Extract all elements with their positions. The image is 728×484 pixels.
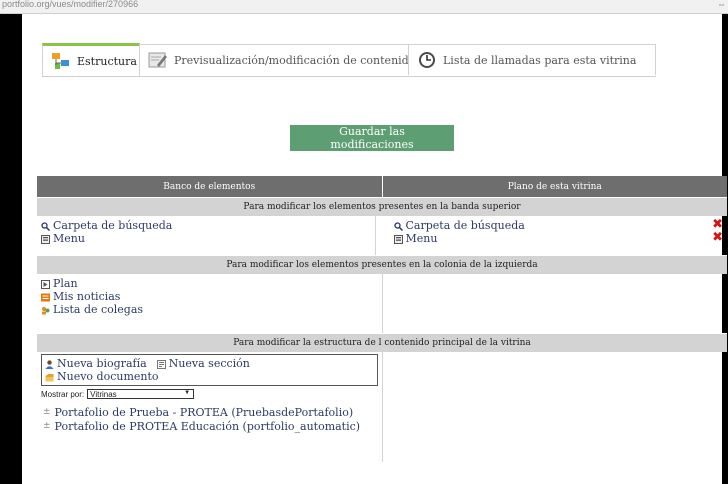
filter-row: Mostrar por: Vitrinas ▼ xyxy=(41,389,378,399)
portfolio-link[interactable]: ± Portafolio de Prueba - PROTEA (Pruebas… xyxy=(41,405,378,419)
section-top-band: Para modificar los elementos presentes e… xyxy=(37,197,727,216)
plan-item-search-folder[interactable]: Carpeta de búsqueda ✖ xyxy=(393,218,723,232)
filter-select[interactable]: Vitrinas ▼ xyxy=(87,389,195,399)
menu-icon xyxy=(393,234,403,244)
left-bank-cell: Plan Mis noticias Lista de colegas xyxy=(37,274,382,333)
address-bar[interactable]: portfolio.org/vues/modifier/270966 ⇔ xyxy=(0,0,728,14)
section-main-content: Para modificar la estructura de l conten… xyxy=(37,333,727,352)
bank-item-news[interactable]: Mis noticias xyxy=(41,290,378,303)
section-left-column: Para modificar los elementos presentes e… xyxy=(37,255,727,274)
structure-icon xyxy=(51,51,71,71)
tab-label: Previsualización/modificación de conteni… xyxy=(174,53,416,67)
expand-icon: ± xyxy=(43,407,51,417)
tab-preview[interactable]: Previsualización/modificación de conteni… xyxy=(139,44,415,75)
filter-label: Mostrar por: xyxy=(41,389,85,399)
news-icon xyxy=(41,292,50,301)
clock-icon xyxy=(417,50,437,70)
new-biography-link[interactable]: Nueva biografía xyxy=(57,357,147,370)
search-icon xyxy=(41,221,51,231)
main-bank-cell: Nueva biografía Nueva sección Nuevo docu… xyxy=(37,352,382,462)
header-showcase-plan: Plano de esta vitrina xyxy=(381,176,728,197)
top-plan-cell: Carpeta de búsqueda ✖ Menu ✖ xyxy=(374,216,728,255)
bank-item-search-folder[interactable]: Carpeta de búsqueda xyxy=(41,219,371,232)
chevron-down-icon: ▼ xyxy=(184,390,191,396)
new-document-link[interactable]: Nuevo documento xyxy=(57,370,159,383)
bank-item-plan[interactable]: Plan xyxy=(41,277,378,290)
header-element-bank: Banco de elementos xyxy=(163,181,256,192)
table-header: Banco de elementos Plano de esta vitrina xyxy=(37,176,727,197)
editor-panel: Estructura Previsualización/modificación… xyxy=(22,14,727,484)
search-icon xyxy=(393,221,403,231)
tab-bar: Estructura Previsualización/modificación… xyxy=(42,43,656,77)
new-section-link[interactable]: Nueva sección xyxy=(169,357,250,370)
tab-estructura[interactable]: Estructura xyxy=(42,43,140,76)
plan-icon xyxy=(41,279,50,289)
bank-item-menu[interactable]: Menu xyxy=(41,232,371,245)
bank-item-colleagues[interactable]: Lista de colegas xyxy=(41,303,378,316)
save-button[interactable]: Guardar las modificaciones xyxy=(290,125,454,151)
extension-icon[interactable]: ⇔ xyxy=(717,0,726,9)
document-icon xyxy=(45,372,54,381)
structure-table: Banco de elementos Plano de esta vitrina… xyxy=(37,176,727,462)
delete-icon[interactable]: ✖ xyxy=(712,218,723,231)
menu-icon xyxy=(41,234,50,244)
edit-document-icon xyxy=(148,50,168,70)
new-elements-box: Nueva biografía Nueva sección Nuevo docu… xyxy=(41,354,378,386)
url-text: portfolio.org/vues/modifier/270966 xyxy=(2,0,139,9)
left-plan-cell xyxy=(381,274,728,333)
portfolio-link[interactable]: ± Portafolio de PROTEA Educación (portfo… xyxy=(41,419,378,433)
biography-icon xyxy=(45,359,54,369)
section-icon xyxy=(156,359,166,369)
plan-item-menu[interactable]: Menu ✖ xyxy=(393,231,723,245)
colleagues-icon xyxy=(41,305,50,314)
tab-label: Estructura xyxy=(77,54,137,68)
top-bank-cell: Carpeta de búsqueda Menu xyxy=(37,216,375,255)
main-plan-cell xyxy=(381,352,728,462)
tab-call-list[interactable]: Lista de llamadas para esta vitrina xyxy=(408,44,656,75)
delete-icon[interactable]: ✖ xyxy=(712,231,723,244)
tab-label: Lista de llamadas para esta vitrina xyxy=(443,53,637,67)
expand-icon: ± xyxy=(43,421,51,431)
